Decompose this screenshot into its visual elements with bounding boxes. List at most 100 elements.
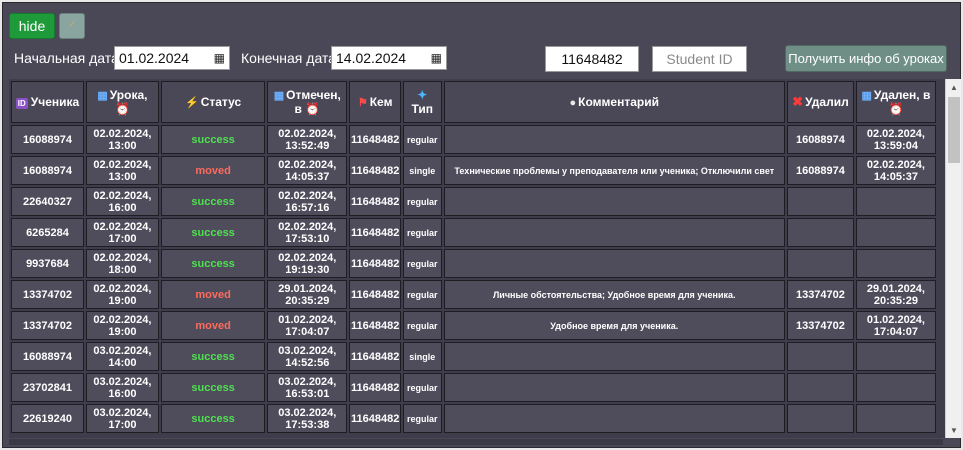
droplets-icon: ✦: [417, 88, 428, 102]
table-row[interactable]: 16088974 03.02.2024, 14:00 success 03.02.202…: [11, 342, 936, 371]
deleted-by-cell: [787, 373, 854, 402]
deleted-by-cell: 13374702: [787, 280, 854, 309]
teacher-id-input[interactable]: 11648482: [545, 46, 639, 72]
calendar-icon: ▦: [97, 90, 108, 102]
id-icon: ID: [15, 98, 28, 109]
col-comment[interactable]: ● Комментарий: [443, 81, 785, 123]
type-cell: regular: [403, 373, 442, 402]
marked-by-cell: 11648482: [349, 249, 401, 278]
comment-cell: [443, 342, 785, 371]
marked-by-cell: 11648482: [349, 156, 401, 185]
status-badge: moved: [195, 164, 231, 177]
col-marked[interactable]: ▦ Отмечен, в ⏰: [267, 81, 348, 123]
deleted-datetime-cell: 29.01.2024, 20:35:29: [855, 280, 936, 309]
comment-cell: Удобное время для ученика.: [443, 311, 785, 340]
table-row[interactable]: 22640327 02.02.2024, 16:00 success 02.02.202…: [11, 187, 936, 216]
deleted-by-cell: [787, 218, 854, 247]
start-date-input[interactable]: 01.02.2024 ▦: [114, 46, 230, 70]
status-badge: success: [191, 350, 235, 363]
deleted-datetime-cell: 02.02.2024, 14:05:37: [855, 156, 936, 185]
get-lessons-button[interactable]: Получить инфо об уроках: [785, 45, 947, 72]
lesson-datetime-cell: 02.02.2024, 13:00: [85, 125, 159, 154]
marked-by-cell: 11648482: [349, 404, 401, 433]
status-badge: moved: [195, 288, 231, 301]
hide-button[interactable]: hide: [9, 13, 55, 39]
marked-by-cell: 11648482: [349, 218, 401, 247]
student-id-input[interactable]: Student ID: [652, 46, 747, 72]
status-badge: success: [191, 381, 235, 394]
deleted-datetime-cell: [855, 187, 936, 216]
type-cell: regular: [403, 125, 442, 154]
marked-by-cell: 11648482: [349, 187, 401, 216]
lessons-panel: hide ⸍ Начальная дата 01.02.2024 ▦ Конеч…: [2, 2, 961, 448]
clear-button[interactable]: ⸍: [59, 13, 85, 39]
status-cell: success: [160, 218, 266, 247]
status-cell: success: [160, 373, 266, 402]
start-date-label: Начальная дата: [14, 50, 119, 66]
lessons-table: ID Ученика ▦ Урока, ⏰ ⚡ Статус ▦ Отмечен, в ⏰ …: [9, 79, 938, 435]
deleted-by-cell: [787, 187, 854, 216]
vertical-scrollbar[interactable]: ▲ ▼: [945, 79, 961, 438]
student-id-cell: 22640327: [11, 187, 84, 216]
end-date-input[interactable]: 14.02.2024 ▦: [331, 46, 447, 70]
deleted-by-cell: 16088974: [787, 125, 854, 154]
status-badge: success: [191, 257, 235, 270]
col-deleted-by[interactable]: ✖ Удалил: [787, 81, 854, 123]
col-by[interactable]: ⚑ Кем: [349, 81, 401, 123]
calendar-icon[interactable]: ▦: [214, 51, 225, 65]
table-row[interactable]: 13374702 02.02.2024, 19:00 moved 01.02.2024,…: [11, 311, 936, 340]
lesson-datetime-cell: 02.02.2024, 17:00: [85, 218, 159, 247]
calendar-icon: ▦: [861, 90, 872, 102]
status-cell: success: [160, 125, 266, 154]
type-cell: regular: [403, 280, 442, 309]
status-badge: success: [191, 195, 235, 208]
scroll-down-icon[interactable]: ▼: [946, 422, 961, 438]
col-type[interactable]: ✦ Тип: [403, 81, 442, 123]
table-row[interactable]: 9937684 02.02.2024, 18:00 success 02.02.2024…: [11, 249, 936, 278]
col-student[interactable]: ID Ученика: [11, 81, 84, 123]
alarm-clock-icon: ⏰: [305, 102, 321, 116]
table-row[interactable]: 23702841 03.02.2024, 16:00 success 03.02.202…: [11, 373, 936, 402]
scroll-thumb[interactable]: [948, 97, 960, 163]
table-row[interactable]: 13374702 02.02.2024, 19:00 moved 29.01.2024,…: [11, 280, 936, 309]
col-lesson[interactable]: ▦ Урока, ⏰: [85, 81, 159, 123]
student-id-cell: 6265284: [11, 218, 84, 247]
student-id-cell: 9937684: [11, 249, 84, 278]
col-deleted-at[interactable]: ▦ Удален, в ⏰: [855, 81, 936, 123]
filter-bar: Начальная дата 01.02.2024 ▦ Конечная дат…: [3, 45, 960, 72]
calendar-icon: ▦: [273, 90, 285, 102]
type-cell: regular: [403, 249, 442, 278]
lesson-datetime-cell: 02.02.2024, 19:00: [85, 280, 159, 309]
lesson-datetime-cell: 02.02.2024, 18:00: [85, 249, 159, 278]
table-row[interactable]: 16088974 02.02.2024, 13:00 moved 02.02.2024,…: [11, 156, 936, 185]
marked-by-cell: 11648482: [349, 342, 401, 371]
deleted-by-cell: 13374702: [787, 311, 854, 340]
scroll-up-icon[interactable]: ▲: [946, 79, 961, 95]
lessons-table-container[interactable]: ID Ученика ▦ Урока, ⏰ ⚡ Статус ▦ Отмечен, в ⏰ …: [9, 79, 961, 438]
student-id-cell: 13374702: [11, 311, 84, 340]
type-cell: regular: [403, 311, 442, 340]
table-row[interactable]: 22619240 03.02.2024, 17:00 success 03.02.202…: [11, 404, 936, 433]
status-badge: moved: [195, 319, 231, 332]
calendar-icon[interactable]: ▦: [431, 51, 442, 65]
status-badge: success: [191, 226, 235, 239]
col-status[interactable]: ⚡ Статус: [160, 81, 266, 123]
lesson-datetime-cell: 02.02.2024, 16:00: [85, 187, 159, 216]
cross-mark-icon: ✖: [792, 94, 804, 109]
marked-datetime-cell: 02.02.2024, 17:53:10: [267, 218, 348, 247]
table-row[interactable]: 16088974 02.02.2024, 13:00 success 02.02.202…: [11, 125, 936, 154]
top-controls: hide ⸍: [9, 13, 85, 39]
student-id-cell: 22619240: [11, 404, 84, 433]
comment-cell: [443, 187, 785, 216]
deleted-datetime-cell: 01.02.2024, 17:04:07: [855, 311, 936, 340]
comment-cell: [443, 404, 785, 433]
comment-cell: Личные обстоятельства; Удобное время для…: [443, 280, 785, 309]
lightning-icon: ⚡: [185, 97, 199, 109]
broom-icon: ⸍: [68, 17, 76, 34]
status-cell: success: [160, 404, 266, 433]
table-row[interactable]: 6265284 02.02.2024, 17:00 success 02.02.2024…: [11, 218, 936, 247]
alarm-clock-icon: ⏰: [888, 102, 904, 116]
marked-datetime-cell: 29.01.2024, 20:35:29: [267, 280, 348, 309]
status-badge: success: [191, 412, 235, 425]
comment-cell: [443, 249, 785, 278]
